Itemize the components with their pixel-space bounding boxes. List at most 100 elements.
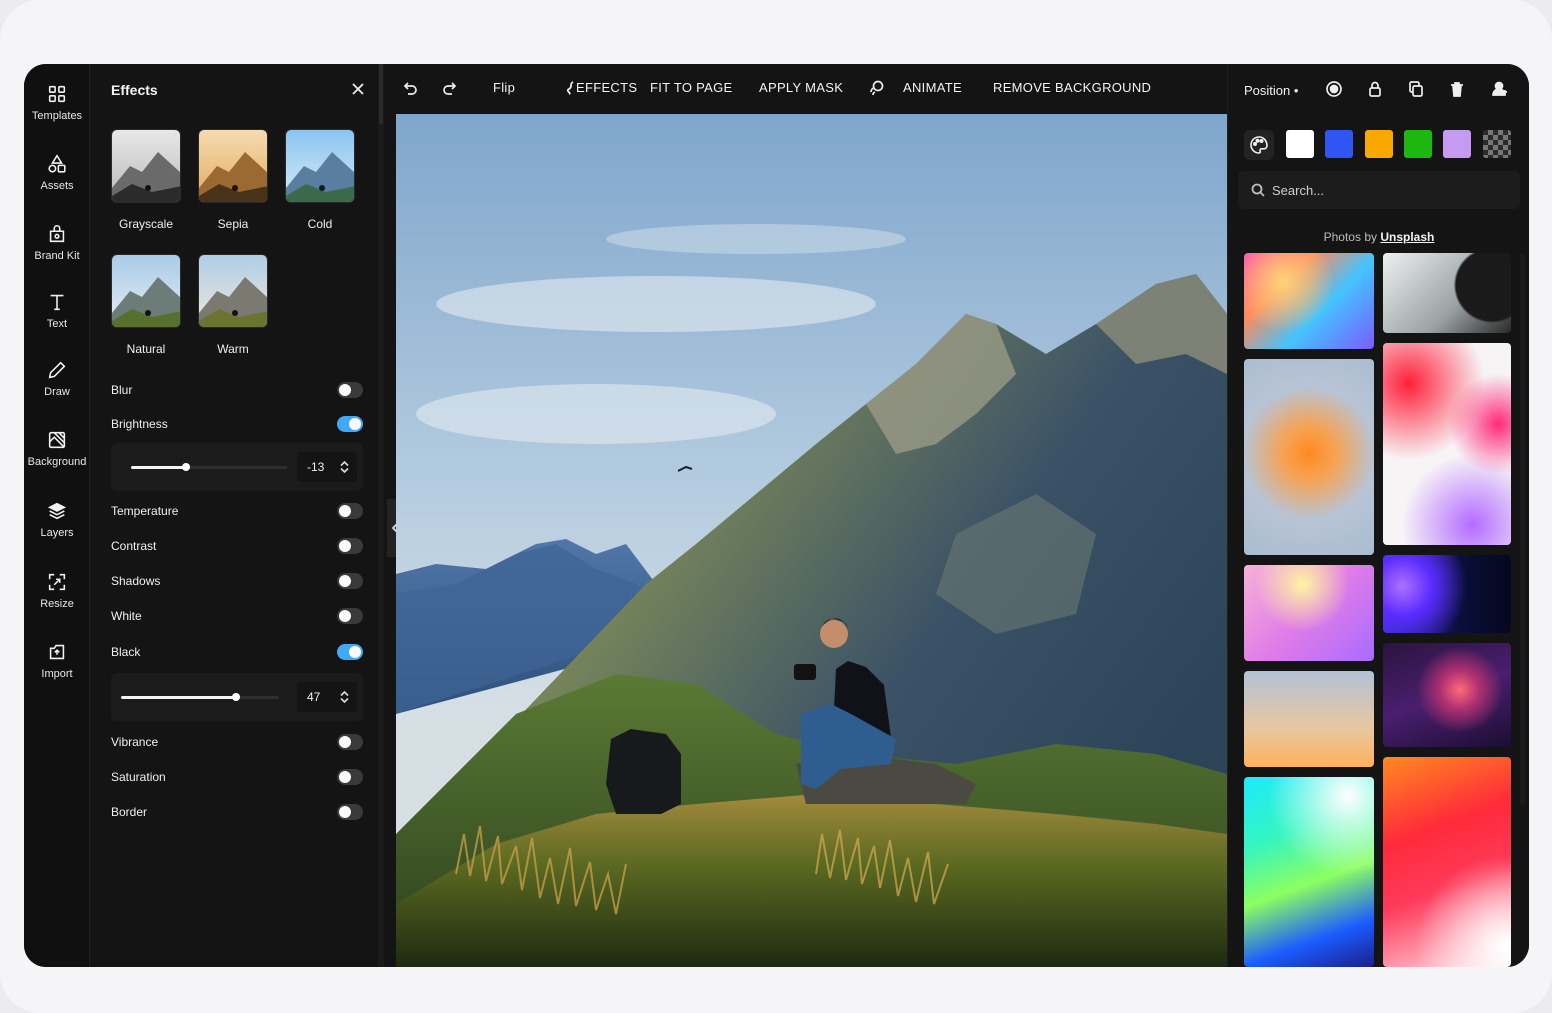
- setting-label: Border: [111, 805, 148, 819]
- setting-label: Contrast: [111, 539, 157, 553]
- rail-item-text[interactable]: Text: [24, 280, 90, 340]
- setting-label: Brightness: [111, 417, 168, 431]
- toggle-knob: [349, 646, 361, 658]
- black-slider[interactable]: [121, 693, 279, 701]
- gradient-tile[interactable]: [1244, 671, 1374, 767]
- lock-button[interactable]: [1366, 80, 1384, 98]
- unsplash-link[interactable]: Unsplash: [1380, 230, 1434, 244]
- rail-item-background[interactable]: Background: [24, 418, 90, 478]
- setting-label: Saturation: [111, 770, 166, 784]
- effects-button[interactable]: EFFECTS: [562, 80, 637, 95]
- effects-panel: Effects Grayscale Sepia Cold Natural War…: [91, 64, 375, 967]
- gradient-tile[interactable]: [1383, 757, 1511, 967]
- delete-button[interactable]: [1448, 80, 1466, 98]
- setting-vibrance: Vibrance: [111, 730, 363, 754]
- toggle-knob: [339, 736, 351, 748]
- assets-scrollbar[interactable]: [1520, 254, 1525, 804]
- brightness-value: -13: [307, 460, 325, 474]
- remove-background-button[interactable]: REMOVE BACKGROUND: [993, 80, 1151, 95]
- gradient-tile[interactable]: [1244, 565, 1374, 661]
- fit-to-page-button[interactable]: FIT TO PAGE: [650, 80, 733, 95]
- brightness-toggle[interactable]: [337, 416, 363, 432]
- trash-icon: [1451, 82, 1463, 97]
- animate-button[interactable]: ANIMATE: [903, 80, 962, 95]
- chevron-down-icon: [340, 467, 349, 474]
- rail-item-assets[interactable]: Assets: [24, 142, 90, 202]
- value-stepper[interactable]: [340, 460, 349, 474]
- gradient-tile[interactable]: [1383, 253, 1511, 333]
- target-icon: [1326, 81, 1342, 97]
- gradient-tile[interactable]: [1244, 359, 1374, 555]
- swatch-lavender[interactable]: [1443, 130, 1471, 158]
- temperature-toggle[interactable]: [337, 503, 363, 519]
- more-options-button[interactable]: [1490, 80, 1508, 98]
- rail-item-draw[interactable]: Draw: [24, 348, 90, 408]
- swatch-green[interactable]: [1404, 130, 1432, 158]
- swatch-white[interactable]: [1286, 130, 1314, 158]
- gradient-tile[interactable]: [1383, 343, 1511, 545]
- setting-label: Blur: [111, 383, 133, 397]
- gradient-tile[interactable]: [1244, 253, 1374, 349]
- layers-icon: [47, 502, 67, 519]
- color-palette-button[interactable]: [1244, 130, 1274, 160]
- lock-icon: [1369, 81, 1381, 97]
- effects-scrollbar[interactable]: [378, 64, 384, 967]
- preset-sepia[interactable]: Sepia: [198, 129, 270, 231]
- rail-item-resize[interactable]: Resize: [24, 560, 90, 620]
- black-slider-box: 47: [111, 673, 363, 721]
- slider-thumb[interactable]: [181, 463, 190, 471]
- redo-button[interactable]: [441, 79, 459, 97]
- preset-grayscale[interactable]: Grayscale: [111, 129, 183, 231]
- setting-contrast: Contrast: [111, 534, 363, 558]
- rail-item-import[interactable]: Import: [24, 630, 90, 690]
- close-button[interactable]: [349, 80, 367, 98]
- vibrance-toggle[interactable]: [337, 734, 363, 750]
- toggle-knob: [339, 806, 351, 818]
- chevron-up-icon: [340, 690, 349, 697]
- contrast-toggle[interactable]: [337, 538, 363, 554]
- rail-label: Resize: [40, 597, 74, 610]
- gradient-tile[interactable]: [1383, 643, 1511, 747]
- brightness-value-field[interactable]: -13: [297, 452, 357, 482]
- brightness-slider[interactable]: [131, 463, 287, 471]
- setting-shadows: Shadows: [111, 569, 363, 593]
- preset-natural[interactable]: Natural: [111, 254, 183, 356]
- swatch-blue[interactable]: [1325, 130, 1353, 158]
- rail-item-layers[interactable]: Layers: [24, 489, 90, 549]
- right-panel: Position • Photos by Uns: [1227, 64, 1529, 967]
- close-icon: [352, 83, 364, 95]
- rail-item-templates[interactable]: Templates: [24, 72, 90, 132]
- slider-thumb[interactable]: [232, 693, 241, 701]
- import-icon: [49, 644, 65, 659]
- palette-icon: [1250, 136, 1268, 154]
- search-input[interactable]: [1272, 171, 1512, 209]
- setting-temperature: Temperature: [111, 499, 363, 523]
- swatch-transparent[interactable]: [1483, 130, 1511, 158]
- rail-item-brand-kit[interactable]: Brand Kit: [24, 212, 90, 272]
- duplicate-button[interactable]: [1407, 80, 1425, 98]
- saturation-toggle[interactable]: [337, 769, 363, 785]
- black-toggle[interactable]: [337, 644, 363, 660]
- preset-cold[interactable]: Cold: [285, 129, 357, 231]
- gradient-tile[interactable]: [1244, 777, 1374, 967]
- preset-warm[interactable]: Warm: [198, 254, 270, 356]
- setting-label: Temperature: [111, 504, 179, 518]
- swatch-orange[interactable]: [1365, 130, 1393, 158]
- black-value-field[interactable]: 47: [297, 682, 357, 712]
- gradient-tile[interactable]: [1383, 555, 1511, 633]
- canvas-photo[interactable]: [396, 114, 1227, 967]
- border-toggle[interactable]: [337, 804, 363, 820]
- rail-label: Draw: [44, 385, 70, 398]
- position-menu-button[interactable]: Position •: [1244, 83, 1298, 98]
- rail-label: Import: [41, 667, 73, 680]
- shadows-toggle[interactable]: [337, 573, 363, 589]
- setting-white: White: [111, 604, 363, 628]
- flip-button[interactable]: Flip: [493, 80, 515, 95]
- scrollbar-thumb[interactable]: [379, 64, 383, 124]
- white-toggle[interactable]: [337, 608, 363, 624]
- opacity-button[interactable]: [1325, 80, 1343, 98]
- undo-button[interactable]: [401, 79, 419, 97]
- apply-mask-button[interactable]: APPLY MASK: [759, 80, 843, 95]
- value-stepper[interactable]: [340, 690, 349, 704]
- blur-toggle[interactable]: [337, 382, 363, 398]
